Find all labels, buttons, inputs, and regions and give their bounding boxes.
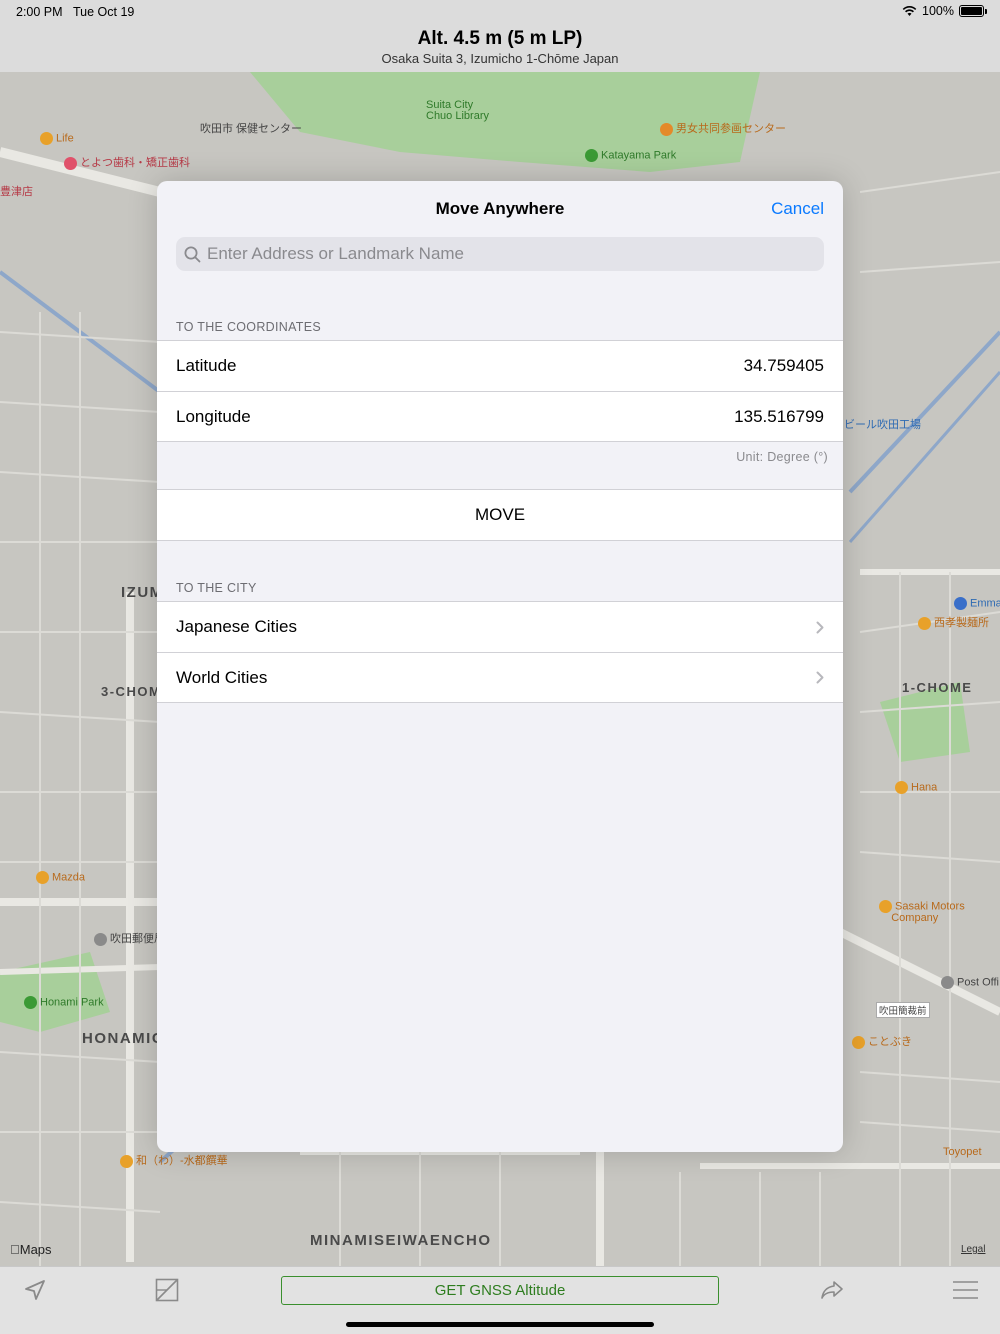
move-label: MOVE	[474, 505, 526, 524]
japanese-cities-label: Japanese Cities	[176, 617, 297, 636]
city-section-header: TO THE CITY	[176, 581, 257, 595]
move-anywhere-sheet: Move Anywhere Cancel TO THE COORDINATES …	[157, 181, 843, 1152]
search-input[interactable]	[207, 244, 807, 264]
altitude-title: Alt. 4.5 m (5 m LP)	[417, 28, 583, 49]
japanese-cities-row[interactable]: Japanese Cities	[157, 602, 843, 652]
unit-note: Unit: Degree (°)	[736, 450, 828, 464]
longitude-row[interactable]: Longitude 135.516799	[157, 391, 843, 441]
get-gnss-altitude-button[interactable]: GET GNSS Altitude	[281, 1276, 719, 1305]
search-icon	[184, 246, 201, 262]
home-indicator	[346, 1322, 654, 1327]
world-cities-label: World Cities	[176, 667, 268, 687]
battery-icon	[959, 5, 987, 17]
status-date: Tue Oct 19	[73, 5, 135, 19]
wifi-icon	[902, 5, 917, 16]
slope-icon[interactable]	[155, 1278, 179, 1302]
coordinates-group: Latitude 34.759405 Longitude 135.516799	[157, 340, 843, 442]
bottom-toolbar: GET GNSS Altitude	[0, 1266, 1000, 1334]
latitude-row[interactable]: Latitude 34.759405	[157, 341, 843, 391]
move-button[interactable]: MOVE	[157, 490, 843, 540]
move-group: MOVE	[157, 489, 843, 541]
status-time: 2:00 PM	[16, 5, 63, 19]
location-subtitle: Osaka Suita 3, Izumicho 1-Chōme Japan	[381, 51, 619, 66]
battery-percent: 100%	[922, 4, 954, 18]
longitude-label: Longitude	[176, 406, 251, 426]
status-indicators: 100%	[902, 4, 987, 18]
menu-icon[interactable]	[953, 1281, 978, 1299]
modal-title: Move Anywhere	[435, 199, 565, 218]
cancel-button[interactable]: Cancel	[771, 199, 824, 219]
longitude-field[interactable]: 135.516799	[734, 407, 824, 427]
coordinates-section-header: TO THE COORDINATES	[176, 320, 321, 334]
cities-group: Japanese Cities World Cities	[157, 601, 843, 703]
chevron-right-icon	[816, 621, 824, 634]
latitude-field[interactable]: 34.759405	[744, 356, 824, 376]
search-bar[interactable]	[176, 237, 824, 271]
world-cities-row[interactable]: World Cities	[157, 652, 843, 702]
altitude-header: Alt. 4.5 m (5 m LP) Osaka Suita 3, Izumi…	[0, 24, 1000, 72]
status-bar: 2:00 PM Tue Oct 19 100%	[0, 0, 1000, 24]
share-icon[interactable]	[820, 1280, 844, 1300]
chevron-right-icon	[816, 671, 824, 684]
location-arrow-icon[interactable]	[24, 1279, 46, 1301]
latitude-label: Latitude	[176, 356, 237, 375]
